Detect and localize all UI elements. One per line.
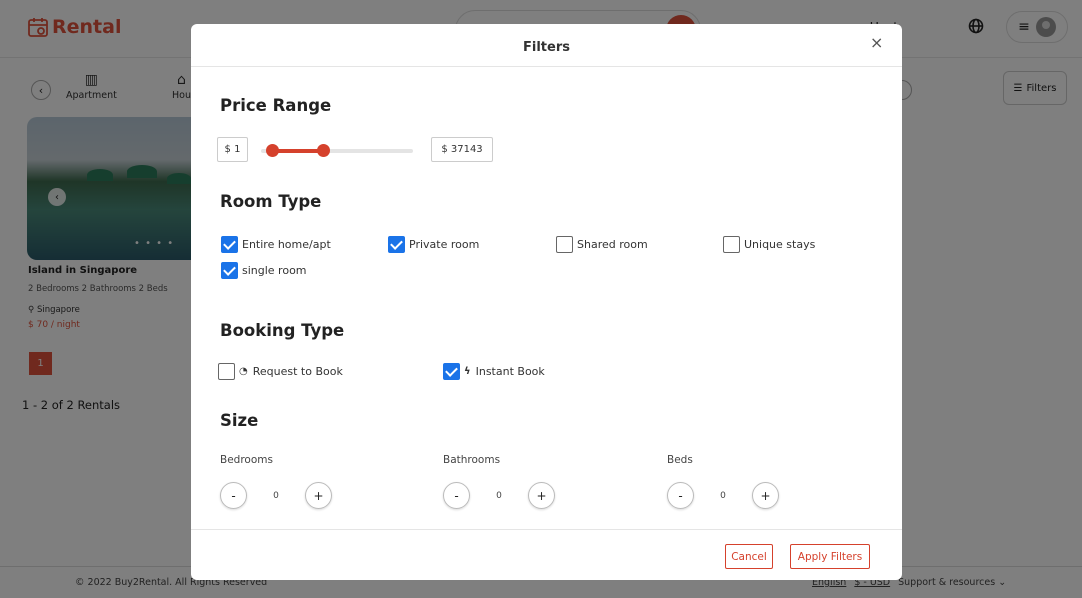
clock-icon: ◔: [239, 366, 248, 377]
modal-footer: Cancel Apply Filters: [191, 529, 902, 580]
checkbox[interactable]: [443, 363, 460, 380]
modal-header: Filters ×: [191, 24, 902, 67]
bedrooms-value: 0: [273, 490, 279, 501]
price-slider-fill: [271, 149, 324, 153]
checkbox[interactable]: [723, 236, 740, 253]
lightning-icon: ϟ: [464, 366, 471, 377]
option-label: Entire home/apt: [242, 238, 331, 251]
filters-modal: Filters × Price Range $ 1 $ 37143 Room T…: [191, 24, 902, 580]
beds-increment-button[interactable]: +: [752, 482, 779, 509]
price-max-input[interactable]: $ 37143: [431, 137, 493, 162]
option-label: single room: [242, 264, 307, 277]
size-heading: Size: [220, 411, 259, 430]
room-type-unique-stays[interactable]: Unique stays: [723, 236, 815, 253]
bathrooms-value: 0: [496, 490, 502, 501]
bedrooms-stepper: - 0 +: [220, 482, 332, 509]
beds-value: 0: [720, 490, 726, 501]
room-type-entire-home[interactable]: Entire home/apt: [221, 236, 331, 253]
bedrooms-decrement-button[interactable]: -: [220, 482, 247, 509]
bathrooms-label: Bathrooms: [443, 454, 501, 466]
option-label: Private room: [409, 238, 480, 251]
price-slider[interactable]: [261, 144, 413, 157]
checkbox[interactable]: [388, 236, 405, 253]
checkbox[interactable]: [221, 262, 238, 279]
option-label: Shared room: [577, 238, 648, 251]
room-type-heading: Room Type: [220, 192, 322, 211]
checkbox[interactable]: [221, 236, 238, 253]
booking-type-heading: Booking Type: [220, 321, 345, 340]
bathrooms-stepper: - 0 +: [443, 482, 555, 509]
close-icon[interactable]: ×: [870, 33, 883, 52]
booking-request-to-book[interactable]: ◔ Request to Book: [218, 363, 343, 380]
modal-title: Filters: [523, 40, 570, 55]
bathrooms-decrement-button[interactable]: -: [443, 482, 470, 509]
price-range-heading: Price Range: [220, 96, 332, 115]
beds-label: Beds: [667, 454, 693, 466]
room-type-single-room[interactable]: single room: [221, 262, 307, 279]
room-type-shared-room[interactable]: Shared room: [556, 236, 648, 253]
beds-stepper: - 0 +: [667, 482, 779, 509]
option-label: Unique stays: [744, 238, 816, 251]
option-label: Instant Book: [475, 365, 545, 378]
beds-decrement-button[interactable]: -: [667, 482, 694, 509]
booking-instant-book[interactable]: ϟ Instant Book: [443, 363, 545, 380]
bedrooms-label: Bedrooms: [220, 454, 273, 466]
room-type-private-room[interactable]: Private room: [388, 236, 479, 253]
cancel-button[interactable]: Cancel: [725, 544, 773, 569]
checkbox[interactable]: [218, 363, 235, 380]
apply-filters-button[interactable]: Apply Filters: [790, 544, 870, 569]
price-min-input[interactable]: $ 1: [217, 137, 248, 162]
checkbox[interactable]: [556, 236, 573, 253]
option-label: Request to Book: [252, 365, 343, 378]
price-slider-min-handle[interactable]: [265, 144, 279, 157]
price-slider-max-handle[interactable]: [317, 144, 331, 157]
bathrooms-increment-button[interactable]: +: [528, 482, 555, 509]
bedrooms-increment-button[interactable]: +: [305, 482, 332, 509]
